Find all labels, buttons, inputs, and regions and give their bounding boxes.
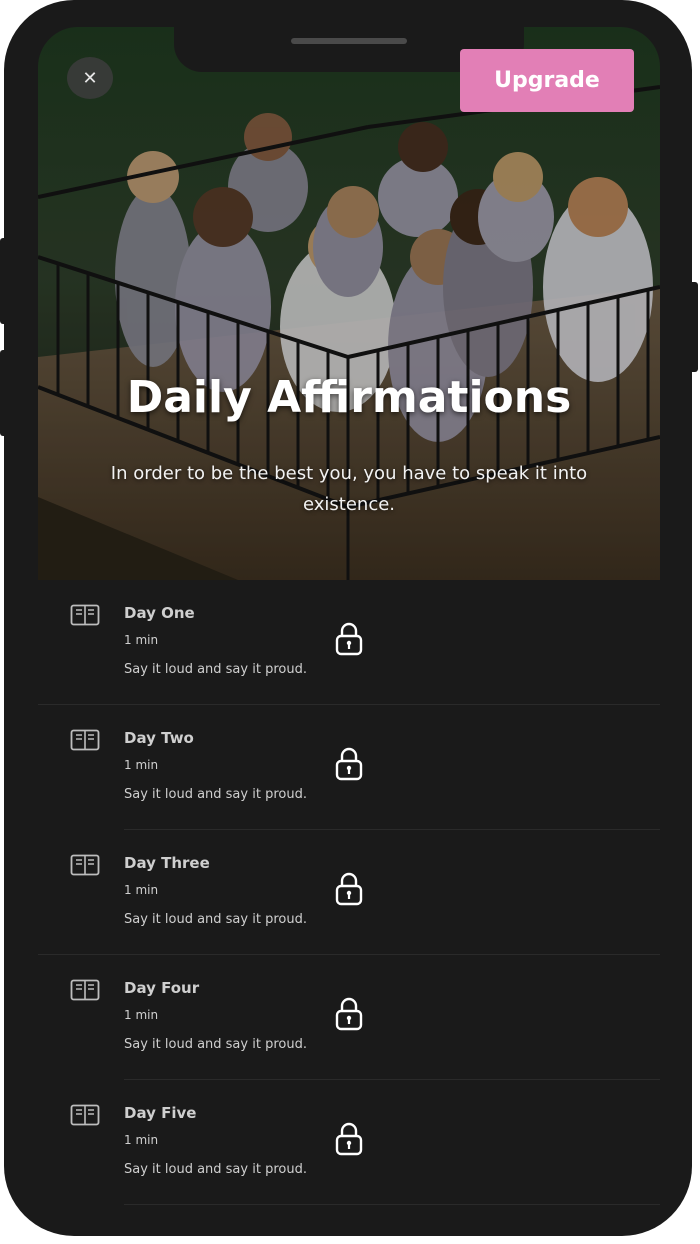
- lock-icon: [335, 997, 363, 1031]
- book-icon: [70, 604, 100, 626]
- phone-speaker: [291, 38, 407, 44]
- lesson-duration: 1 min: [124, 883, 159, 897]
- book-icon: [70, 979, 100, 1001]
- lesson-duration: 1 min: [124, 1133, 159, 1147]
- lesson-description: Say it loud and say it proud.: [124, 1162, 307, 1177]
- lesson-row[interactable]: Day Five 1 min Say it loud and say it pr…: [38, 1080, 660, 1205]
- lesson-description: Say it loud and say it proud.: [124, 1037, 307, 1052]
- book-icon: [70, 729, 100, 751]
- close-button[interactable]: ✕: [67, 57, 113, 99]
- lesson-description: Say it loud and say it proud.: [124, 662, 307, 677]
- lesson-title: Day Two: [124, 729, 194, 747]
- divider: [124, 1204, 660, 1205]
- page-title: Daily Affirmations: [126, 372, 572, 423]
- lesson-duration: 1 min: [124, 1008, 159, 1022]
- phone-frame: ✕ Upgrade Daily Affirmations In order to…: [4, 0, 692, 1236]
- lesson-title: Day One: [124, 604, 195, 622]
- book-icon: [70, 854, 100, 876]
- lesson-title: Day Four: [124, 979, 200, 997]
- upgrade-button[interactable]: Upgrade: [460, 49, 634, 112]
- lesson-description: Say it loud and say it proud.: [124, 787, 307, 802]
- lock-icon: [335, 1122, 363, 1156]
- close-icon: ✕: [82, 67, 98, 89]
- lesson-row[interactable]: Day Three 1 min Say it loud and say it p…: [38, 830, 660, 955]
- lesson-row[interactable]: Day Four 1 min Say it loud and say it pr…: [38, 955, 660, 1080]
- book-icon: [70, 1104, 100, 1126]
- lesson-description: Say it loud and say it proud.: [124, 912, 307, 927]
- lock-icon: [335, 622, 363, 656]
- lesson-list: Day One 1 min Say it loud and say it pro…: [38, 580, 660, 1205]
- lesson-duration: 1 min: [124, 633, 159, 647]
- lesson-row[interactable]: Day Two 1 min Say it loud and say it pro…: [38, 705, 660, 830]
- lesson-duration: 1 min: [124, 758, 159, 772]
- page-subtitle: In order to be the best you, you have to…: [110, 463, 588, 515]
- lesson-title: Day Five: [124, 1104, 197, 1122]
- lock-icon: [335, 872, 363, 906]
- lock-icon: [335, 747, 363, 781]
- lesson-row[interactable]: Day One 1 min Say it loud and say it pro…: [38, 580, 660, 705]
- lesson-title: Day Three: [124, 854, 210, 872]
